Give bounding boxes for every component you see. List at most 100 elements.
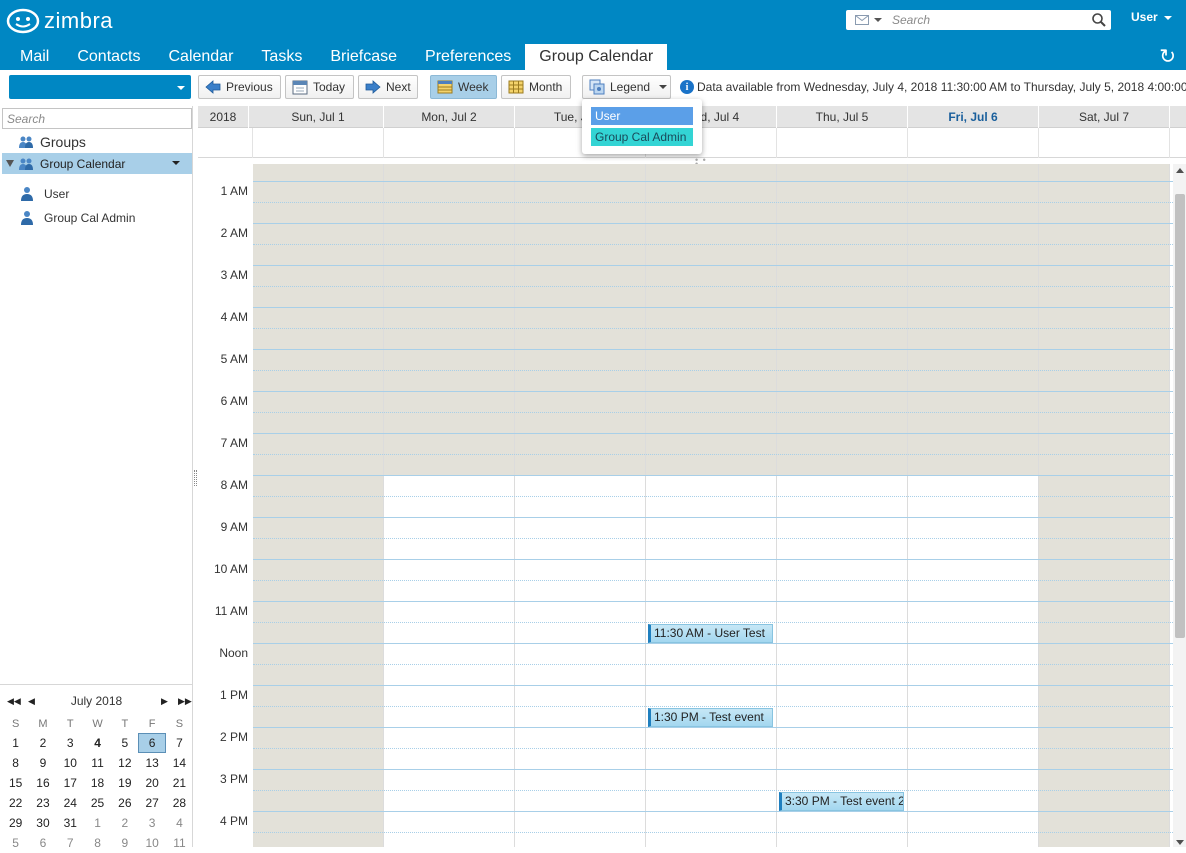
user-menu[interactable]: User xyxy=(1131,10,1172,24)
chevron-down-icon[interactable] xyxy=(172,161,180,165)
mini-calendar-day[interactable]: 16 xyxy=(29,773,56,793)
mini-calendar-day[interactable]: 4 xyxy=(166,813,193,833)
mini-calendar-day[interactable]: 6 xyxy=(29,833,56,853)
tree-groups-header[interactable]: Groups xyxy=(18,134,86,150)
scroll-thumb[interactable] xyxy=(1175,194,1185,638)
tab-briefcase[interactable]: Briefcase xyxy=(316,44,411,70)
mini-calendar-day[interactable]: 1 xyxy=(84,813,111,833)
search-input[interactable] xyxy=(892,11,1082,29)
scroll-up-icon[interactable] xyxy=(1176,168,1184,173)
mini-calendar-day[interactable]: 17 xyxy=(57,773,84,793)
legend-item-group-cal-admin[interactable]: Group Cal Admin xyxy=(591,128,693,146)
calendar-event[interactable]: 1:30 PM - Test event xyxy=(648,708,773,727)
mini-calendar-day[interactable]: 26 xyxy=(111,793,138,813)
today-button[interactable]: Today xyxy=(285,75,354,99)
mini-calendar-day[interactable]: 29 xyxy=(2,813,29,833)
mini-calendar-day[interactable]: 8 xyxy=(84,833,111,853)
mini-calendar-day[interactable]: 15 xyxy=(2,773,29,793)
all-day-cell[interactable] xyxy=(908,128,1039,158)
mini-calendar-day[interactable]: 18 xyxy=(84,773,111,793)
all-day-cell[interactable] xyxy=(253,128,384,158)
mini-calendar-day[interactable]: 10 xyxy=(138,833,165,853)
tab-mail[interactable]: Mail xyxy=(0,44,63,70)
day-header[interactable]: Fri, Jul 6 xyxy=(908,106,1039,128)
mini-calendar-day[interactable]: 14 xyxy=(166,753,193,773)
mini-calendar-day[interactable]: 2 xyxy=(111,813,138,833)
sidebar-splitter[interactable] xyxy=(194,470,197,486)
next-year-icon[interactable]: ▶▶ xyxy=(178,696,192,706)
working-hours-slot[interactable] xyxy=(384,475,515,847)
expand-triangle-icon[interactable] xyxy=(6,160,14,167)
next-button[interactable]: Next xyxy=(358,75,418,99)
working-hours-slot[interactable] xyxy=(646,475,777,847)
all-day-cell[interactable] xyxy=(1039,128,1170,158)
new-button[interactable] xyxy=(9,75,191,99)
calendar-event[interactable]: 3:30 PM - Test event 2 xyxy=(779,792,904,811)
mini-calendar-day[interactable]: 11 xyxy=(84,753,111,773)
search-icon[interactable] xyxy=(1091,12,1107,28)
tab-calendar[interactable]: Calendar xyxy=(154,44,247,70)
working-hours-slot[interactable] xyxy=(515,475,646,847)
day-header[interactable]: Sat, Jul 7 xyxy=(1039,106,1170,128)
non-working-hours-slot[interactable] xyxy=(1039,164,1170,847)
day-header[interactable]: Sun, Jul 1 xyxy=(253,106,384,128)
next-month-icon[interactable]: ▶ xyxy=(161,696,168,706)
working-hours-slot[interactable] xyxy=(908,475,1039,847)
mini-calendar-day[interactable]: 11 xyxy=(166,833,193,853)
all-day-cell[interactable] xyxy=(384,128,515,158)
mini-calendar-day[interactable]: 24 xyxy=(57,793,84,813)
non-working-hours-slot[interactable] xyxy=(515,164,646,475)
mini-calendar-day[interactable]: 27 xyxy=(138,793,165,813)
mini-calendar-day[interactable]: 3 xyxy=(57,733,84,753)
non-working-hours-slot[interactable] xyxy=(646,164,777,475)
previous-button[interactable]: Previous xyxy=(198,75,281,99)
mini-calendar-day[interactable]: 20 xyxy=(138,773,165,793)
tab-group-calendar[interactable]: Group Calendar xyxy=(525,44,668,70)
tree-item-user[interactable]: User xyxy=(20,186,69,202)
mini-calendar-day[interactable]: 10 xyxy=(57,753,84,773)
chevron-down-icon[interactable] xyxy=(177,86,185,90)
non-working-hours-slot[interactable] xyxy=(777,164,908,475)
tree-item-group-calendar[interactable]: Group Calendar xyxy=(2,153,192,174)
day-header[interactable]: Mon, Jul 2 xyxy=(384,106,515,128)
mini-calendar-day[interactable]: 5 xyxy=(2,833,29,853)
mini-calendar-day[interactable]: 5 xyxy=(111,733,138,753)
mini-calendar-day[interactable]: 2 xyxy=(29,733,56,753)
mini-calendar-day[interactable]: 19 xyxy=(111,773,138,793)
all-day-cell[interactable] xyxy=(777,128,908,158)
sidebar-search-input[interactable] xyxy=(3,109,191,128)
mini-calendar-day[interactable]: 1 xyxy=(2,733,29,753)
mini-calendar-day[interactable]: 8 xyxy=(2,753,29,773)
tree-item-group-cal-admin[interactable]: Group Cal Admin xyxy=(20,210,135,226)
mini-calendar-day[interactable]: 6 xyxy=(138,733,166,753)
mini-calendar-day[interactable]: 4 xyxy=(84,733,111,753)
non-working-hours-slot[interactable] xyxy=(253,164,384,847)
scroll-down-icon[interactable] xyxy=(1176,840,1184,845)
mini-calendar-day[interactable]: 3 xyxy=(138,813,165,833)
refresh-icon[interactable]: ↻ xyxy=(1159,47,1176,67)
mini-calendar-day[interactable]: 13 xyxy=(138,753,165,773)
legend-item-user[interactable]: User xyxy=(591,107,693,125)
tab-contacts[interactable]: Contacts xyxy=(63,44,154,70)
mini-calendar-day[interactable]: 23 xyxy=(29,793,56,813)
mini-calendar-day[interactable]: 30 xyxy=(29,813,56,833)
mini-calendar-day[interactable]: 21 xyxy=(166,773,193,793)
mini-calendar-day[interactable]: 9 xyxy=(111,833,138,853)
tab-tasks[interactable]: Tasks xyxy=(247,44,316,70)
mini-calendar-day[interactable]: 9 xyxy=(29,753,56,773)
mini-calendar-day[interactable]: 7 xyxy=(57,833,84,853)
mini-calendar-day[interactable]: 25 xyxy=(84,793,111,813)
zimbra-logo[interactable]: zimbra xyxy=(6,7,113,35)
vertical-scrollbar[interactable] xyxy=(1173,164,1186,847)
non-working-hours-slot[interactable] xyxy=(908,164,1039,475)
tab-preferences[interactable]: Preferences xyxy=(411,44,525,70)
month-view-button[interactable]: Month xyxy=(501,75,571,99)
mini-calendar-day[interactable]: 22 xyxy=(2,793,29,813)
calendar-event[interactable]: 11:30 AM - User Test xyxy=(648,624,773,643)
non-working-hours-slot[interactable] xyxy=(384,164,515,475)
mini-calendar-day[interactable]: 7 xyxy=(166,733,193,753)
mini-calendar-day[interactable]: 31 xyxy=(57,813,84,833)
mini-calendar-day[interactable]: 28 xyxy=(166,793,193,813)
week-view-button[interactable]: Week xyxy=(430,75,497,99)
legend-button[interactable]: Legend xyxy=(582,75,671,99)
